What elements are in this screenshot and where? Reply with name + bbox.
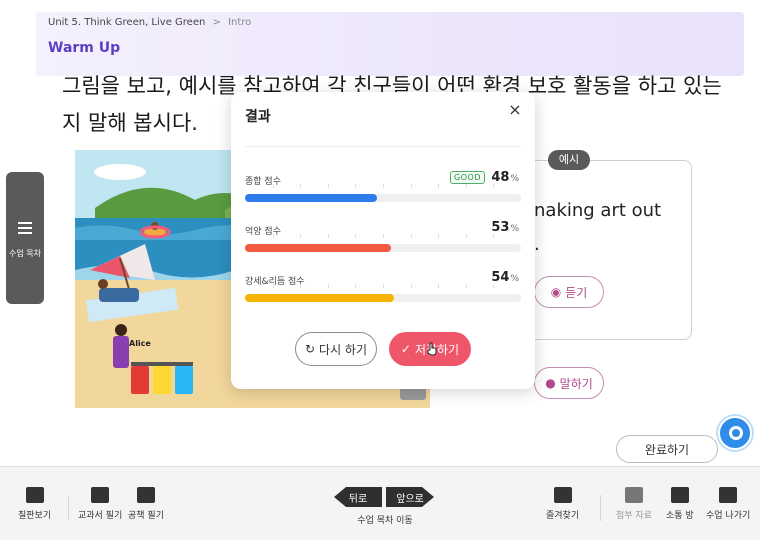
bottom-toolbar: 칠판보기 교과서 필기 공책 필기 뒤로 앞으로 수업 목차 이동 즐겨찾기 첨… (0, 466, 760, 540)
score-ticks (245, 284, 521, 290)
lesson-contents-tab[interactable]: 수업 목차 (6, 172, 44, 304)
notebook-icon (136, 487, 155, 503)
notebook-note-tool[interactable]: 공책 필기 (128, 487, 164, 521)
score-intonation: 억양 점수 53% (245, 220, 521, 262)
score-value: 54% (491, 270, 519, 285)
bookmark-tool[interactable]: 즐겨찾기 (546, 487, 579, 521)
list-icon (18, 222, 32, 236)
speak-label: 말하기 (559, 376, 593, 391)
tick-mark (493, 284, 495, 288)
tick-mark (355, 184, 357, 188)
modal-divider (245, 146, 521, 147)
score-bar-track (245, 194, 521, 202)
tick-mark (438, 184, 440, 188)
microphone-icon: ● (545, 376, 556, 390)
score-stress-rhythm: 강세&리듬 점수 54% (245, 270, 521, 312)
tick-mark (465, 184, 467, 188)
toolbar-divider (600, 495, 601, 521)
breadcrumb-separator: > (212, 17, 221, 28)
headphones-icon: ◉ (550, 285, 562, 299)
save-label: 저장하기 (414, 342, 460, 357)
tick-mark (383, 184, 384, 188)
check-icon: ✓ (400, 342, 411, 356)
breadcrumb: Unit 5. Think Green, Live Green > Intro (48, 17, 251, 28)
score-ticks (245, 234, 521, 240)
score-bar-fill (245, 244, 392, 252)
toolbar-divider (68, 495, 69, 521)
assistant-icon[interactable] (718, 416, 752, 450)
listen-button[interactable]: ◉ 듣기 (534, 276, 604, 308)
tick-mark (465, 234, 467, 238)
tick-mark (300, 184, 302, 188)
tick-mark (410, 184, 412, 188)
speak-button[interactable]: ● 말하기 (534, 367, 604, 399)
section-title: Warm Up (48, 40, 121, 56)
bookmark-icon (553, 487, 572, 503)
tick-mark (410, 234, 412, 238)
nav-label: 수업 목차 이동 (357, 516, 413, 526)
modal-title: 결과 (245, 109, 271, 125)
complete-button[interactable]: 완료하기 (616, 435, 718, 463)
close-icon[interactable]: × (507, 100, 523, 119)
score-bar-fill (245, 294, 395, 302)
tick-mark (383, 284, 384, 288)
tick-mark (465, 284, 467, 288)
hand-cursor-icon (427, 342, 437, 356)
score-ticks (245, 184, 521, 190)
tick-mark (493, 184, 495, 188)
tick-mark (493, 234, 495, 238)
refresh-icon: ↻ (304, 342, 316, 356)
score-value: 48% (491, 170, 519, 185)
tick-mark (300, 284, 302, 288)
score-bar-fill (245, 194, 378, 202)
score-overall: 종합 점수 GOOD 48% (245, 170, 521, 212)
tick-mark (327, 184, 329, 188)
tick-mark (272, 284, 274, 288)
exit-door-icon (719, 487, 738, 503)
tick-mark (438, 234, 440, 238)
good-badge: GOOD (450, 171, 485, 184)
tick-mark (410, 284, 412, 288)
tick-mark (327, 234, 329, 238)
breadcrumb-page: Intro (228, 17, 252, 28)
monitor-icon (25, 487, 44, 503)
score-bar-track (245, 244, 521, 252)
tick-mark (383, 234, 384, 238)
tick-mark (272, 184, 274, 188)
example-tag: 예시 (548, 150, 590, 170)
exit-tool[interactable]: 수업 나가기 (706, 487, 750, 521)
example-card (526, 160, 692, 340)
chat-tool[interactable]: 소통 방 (666, 487, 694, 521)
tick-mark (272, 234, 274, 238)
edit-book-icon (91, 487, 110, 503)
tick-mark (327, 284, 329, 288)
listen-label: 듣기 (565, 285, 588, 300)
retry-label: 다시 하기 (319, 342, 368, 357)
tick-mark (300, 234, 302, 238)
tick-mark (438, 284, 440, 288)
next-button[interactable]: 앞으로 (386, 487, 434, 507)
lesson-contents-label: 수업 목차 (9, 249, 41, 258)
prev-button[interactable]: 뒤로 (334, 487, 382, 507)
score-value: 53% (491, 220, 519, 235)
score-bar-track (245, 294, 521, 302)
blackboard-tool[interactable]: 칠판보기 (18, 487, 51, 521)
example-text-line1: naking art out (534, 200, 662, 221)
attachment-tool[interactable]: 첨부 자료 (616, 487, 652, 521)
alice-label: Alice (129, 339, 151, 348)
tick-mark (355, 234, 357, 238)
result-modal: 결과 × 종합 점수 GOOD 48% 억양 점수 53% 강세&리듬 점수 5… (231, 92, 535, 389)
chat-icon (670, 487, 689, 503)
textbook-note-tool[interactable]: 교과서 필기 (78, 487, 122, 521)
retry-button[interactable]: ↻ 다시 하기 (295, 332, 377, 366)
breadcrumb-unit[interactable]: Unit 5. Think Green, Live Green (48, 17, 205, 28)
tick-mark (355, 284, 357, 288)
attachment-icon (624, 487, 643, 503)
